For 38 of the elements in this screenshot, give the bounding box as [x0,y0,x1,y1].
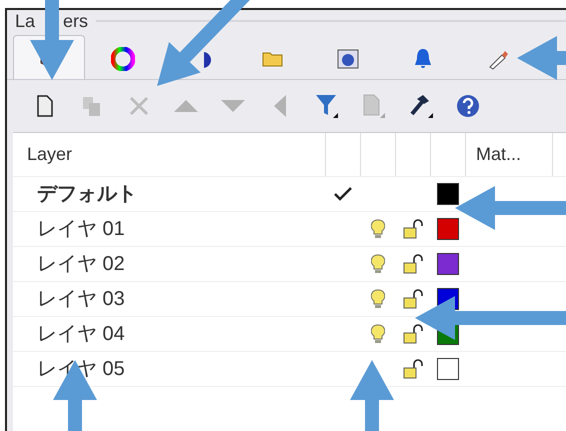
help-icon [454,93,480,119]
checkmark-icon[interactable] [332,186,352,202]
annotation-arrow [53,360,97,431]
color-swatch[interactable] [436,253,458,275]
filter-icon [314,93,338,119]
left-triangle-icon [272,94,286,118]
up-triangle-icon [172,99,198,113]
delete-icon [128,95,150,117]
lightbulb-icon[interactable] [370,219,384,239]
layer-name[interactable]: デフォルト [13,179,325,209]
layer-name[interactable]: レイヤ 04 [13,319,325,349]
column-header[interactable]: Mat... [466,141,522,168]
annotation-arrow [350,360,394,431]
page-icon [362,93,386,119]
new-page-icon [36,95,54,117]
color-wheel-icon [110,47,134,71]
down-triangle-icon [220,99,246,113]
color-swatch[interactable] [436,183,458,205]
hammer-icon [408,93,434,119]
annotation-arrow [517,36,566,80]
color-swatch[interactable] [436,218,458,240]
padlock-icon[interactable] [402,289,422,309]
padlock-icon[interactable] [402,254,422,274]
panel-title: La [15,12,36,30]
lightbulb-icon[interactable] [370,324,384,344]
layer-name[interactable]: レイヤ 03 [13,284,325,314]
panel-title: ers [63,12,88,30]
lightbulb-icon[interactable] [370,289,384,309]
layer-name[interactable]: レイヤ 01 [13,214,325,244]
column-header[interactable]: Layer [13,141,325,168]
lightbulb-icon[interactable] [370,254,384,274]
padlock-icon[interactable] [402,219,422,239]
padlock-icon[interactable] [402,359,422,379]
copy-icon [80,95,102,117]
layer-name[interactable]: レイヤ 02 [13,249,325,279]
color-swatch[interactable] [436,358,458,380]
padlock-icon[interactable] [402,324,422,344]
help-window-icon [336,47,360,71]
